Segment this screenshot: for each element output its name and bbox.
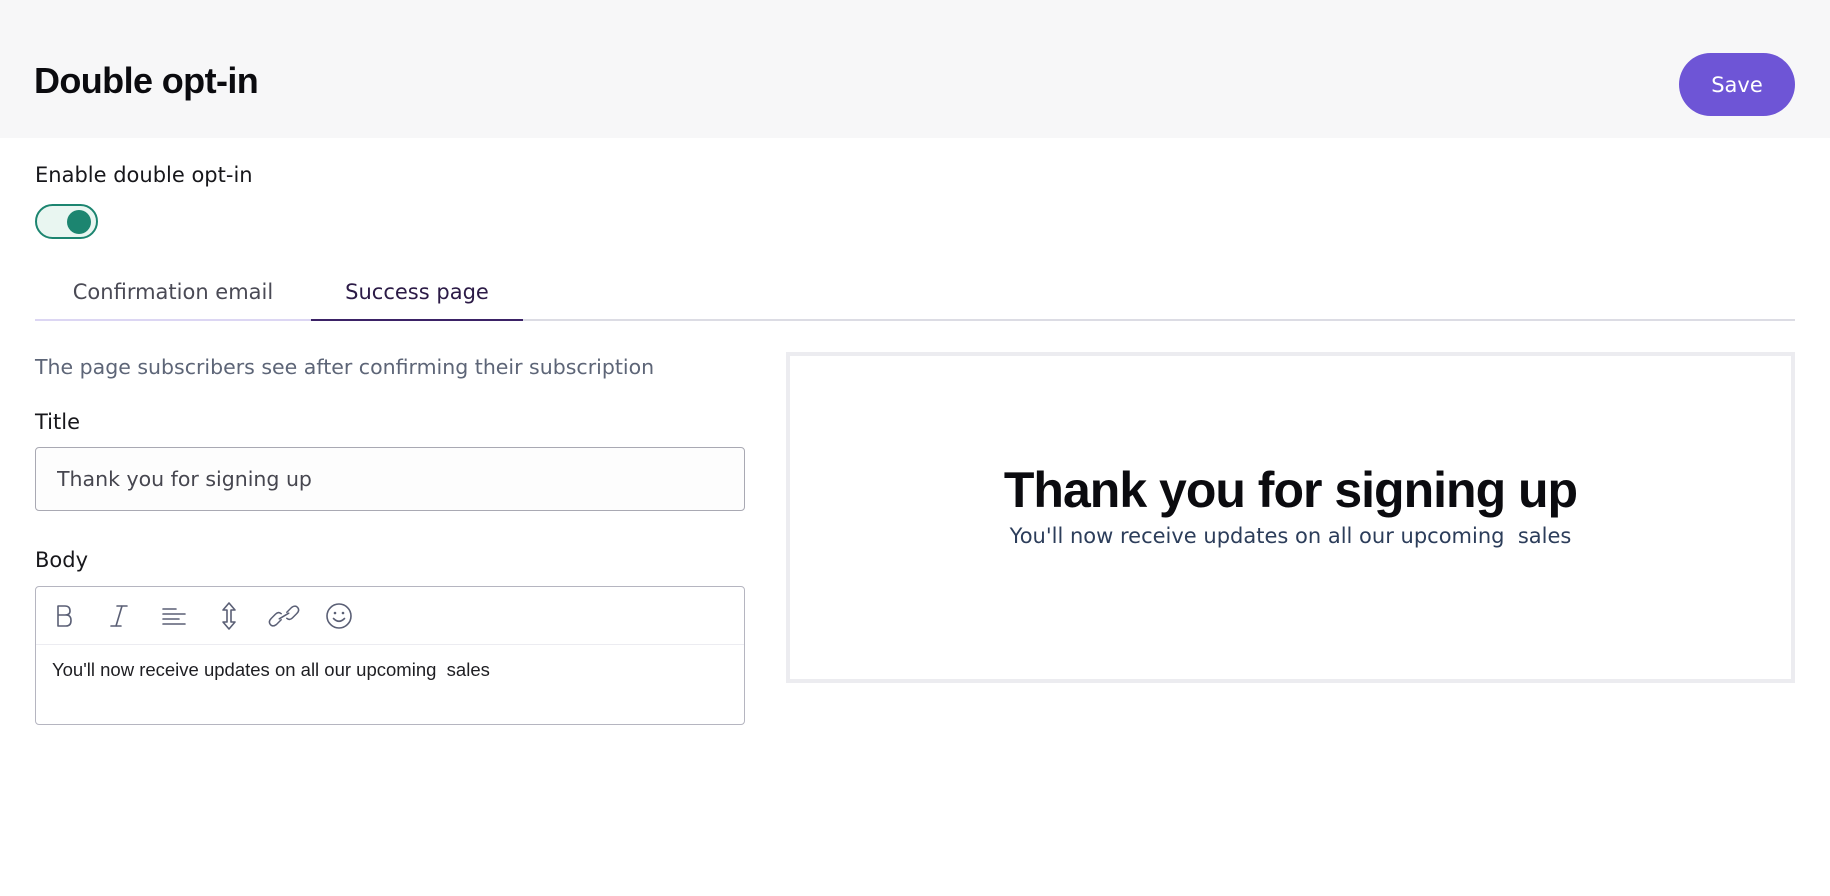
tab-success-page[interactable]: Success page (311, 265, 523, 321)
preview-body: You'll now receive updates on all our up… (1009, 524, 1572, 548)
page-title: Double opt-in (34, 60, 259, 101)
save-button[interactable]: Save (1679, 53, 1795, 116)
body-editor-content[interactable]: You'll now receive updates on all our up… (36, 645, 744, 695)
link-icon[interactable] (268, 600, 300, 632)
bold-icon[interactable] (48, 600, 80, 632)
body-field-label: Body (35, 548, 89, 572)
toggle-knob (67, 210, 91, 234)
title-field-label: Title (35, 410, 81, 434)
preview-title: Thank you for signing up (1003, 462, 1578, 518)
align-left-icon[interactable] (158, 600, 190, 632)
italic-icon[interactable] (103, 600, 135, 632)
body-rich-text-editor[interactable]: You'll now receive updates on all our up… (35, 586, 745, 725)
enable-double-opt-in-toggle[interactable] (35, 204, 98, 239)
tab-confirmation-email[interactable]: Confirmation email (35, 265, 311, 321)
line-height-icon[interactable] (213, 600, 245, 632)
enable-double-opt-in-label: Enable double opt-in (35, 163, 253, 187)
title-input[interactable] (35, 447, 745, 511)
page-header: Double opt-in Save (0, 0, 1830, 138)
emoji-icon[interactable] (323, 600, 355, 632)
success-page-preview: Thank you for signing up You'll now rece… (786, 352, 1795, 683)
tab-bar: Confirmation email Success page (35, 265, 1795, 321)
editor-toolbar (36, 587, 744, 645)
section-description: The page subscribers see after confirmin… (35, 355, 655, 379)
